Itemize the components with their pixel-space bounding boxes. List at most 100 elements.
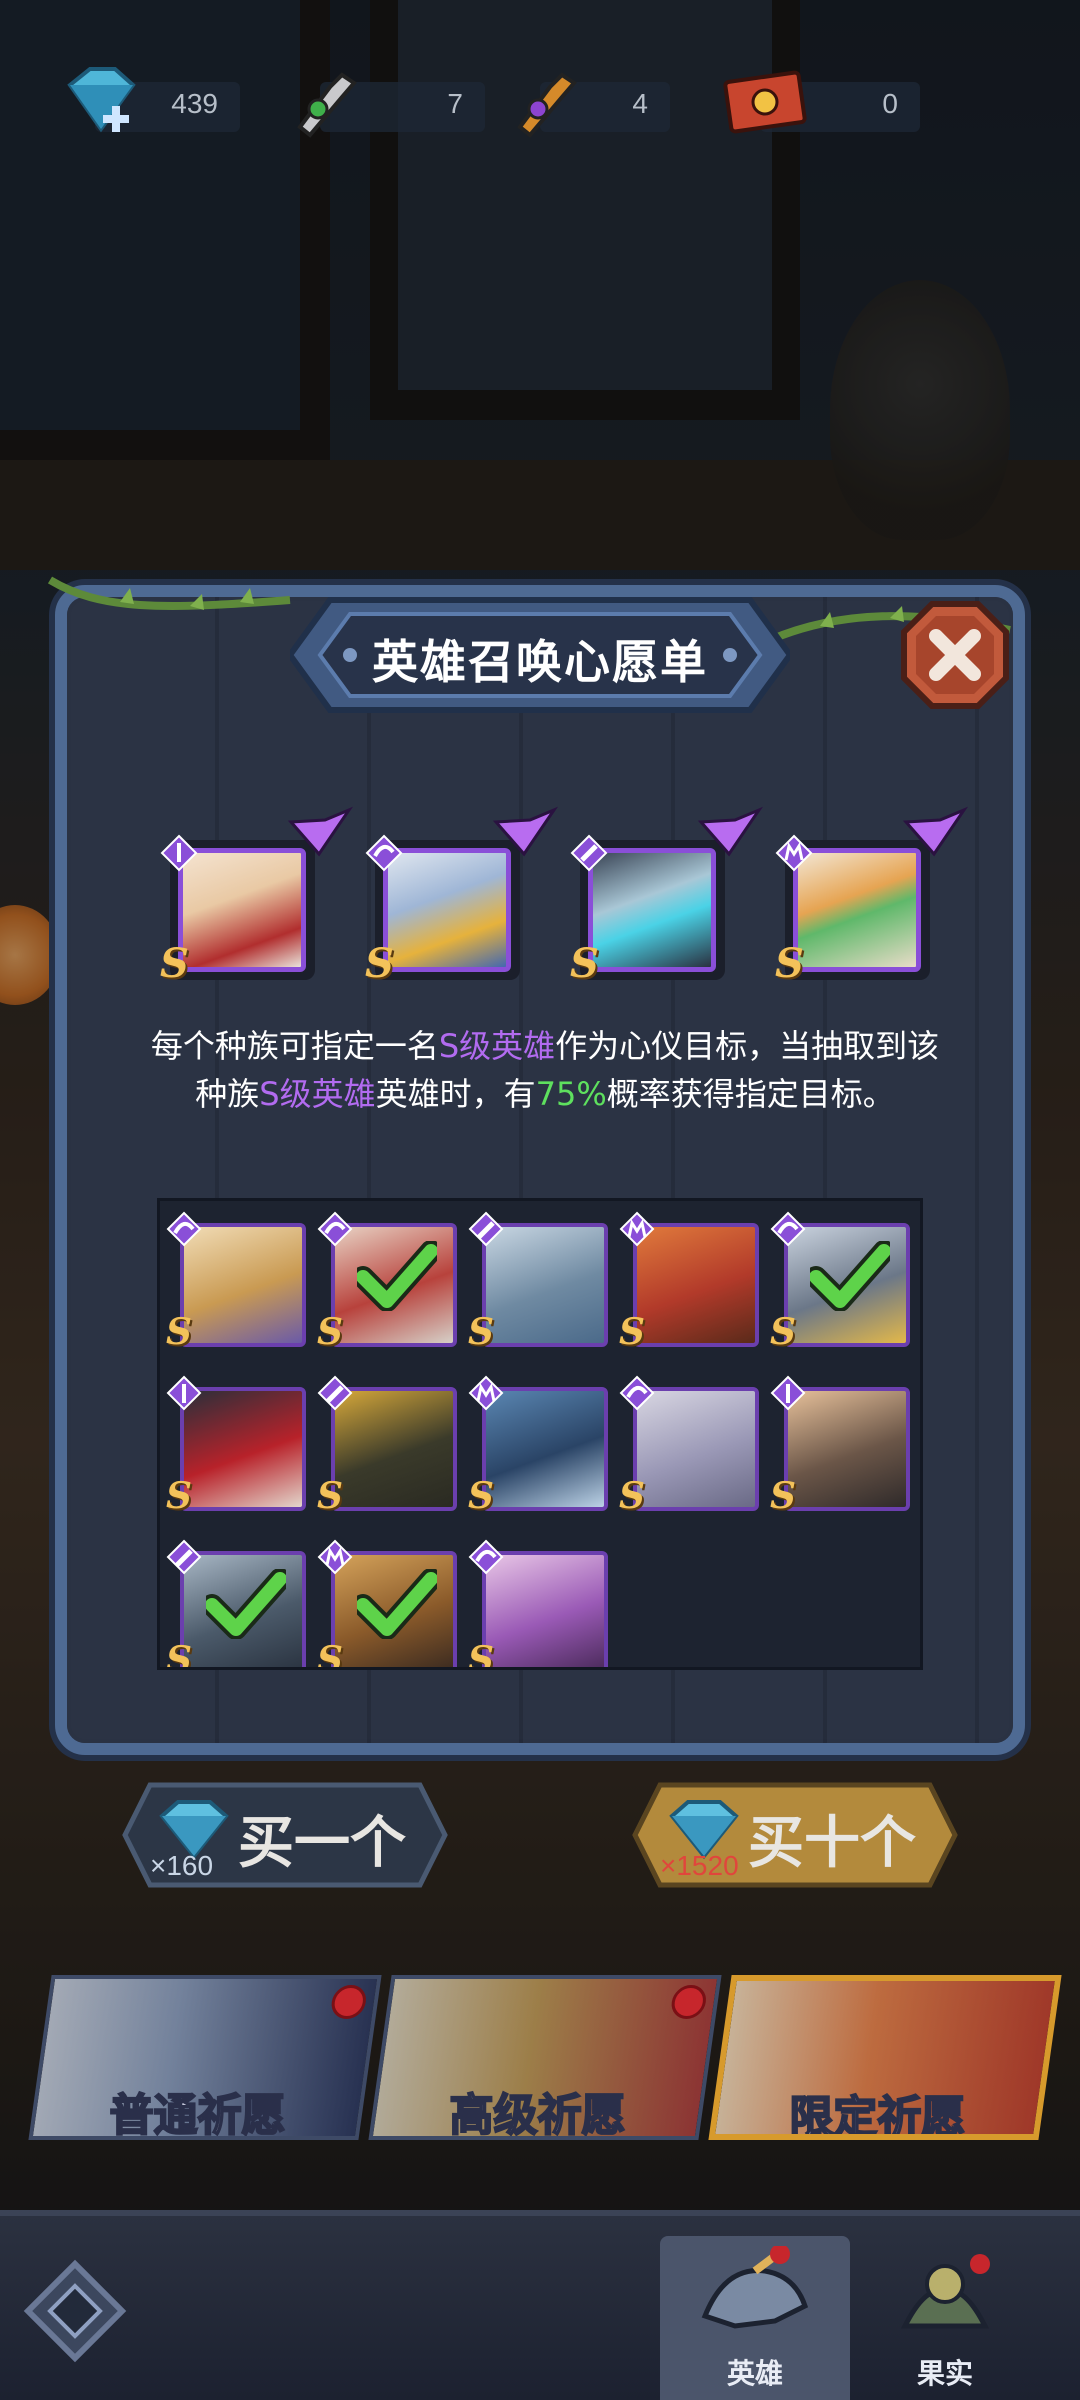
hero-grid-cell[interactable]: S (317, 1211, 467, 1361)
back-arrow-icon[interactable] (20, 2256, 130, 2366)
buy-ten-label: 买十个 (748, 1811, 916, 1876)
summon-banner-tabs: 普通祈愿 高级祈愿 限定祈愿 (0, 1975, 1080, 2145)
heart-wish-icon (492, 806, 559, 857)
buy-one-button[interactable]: ×160 买一个 (120, 1780, 450, 1890)
buy-ten-price: ×1520 (660, 1850, 739, 1881)
heart-wish-icon (902, 806, 969, 857)
buy-ten-button[interactable]: ×1520 买十个 (630, 1780, 960, 1890)
banner-tab-normal[interactable]: 普通祈愿 (28, 1975, 382, 2140)
banner-label-limited: 限定祈愿 (788, 2091, 966, 2140)
desc-probability: 75% (535, 1075, 607, 1113)
rank-badge: S (468, 1311, 494, 1353)
hero-grid-cell[interactable]: S (166, 1539, 316, 1670)
banner-tab-limited[interactable]: 限定祈愿 (708, 1975, 1062, 2140)
nav-tab-fruit[interactable]: 果实 (850, 2236, 1040, 2400)
check-mark-icon (357, 1241, 437, 1311)
heart-wish-icon (697, 806, 764, 857)
race-wrench-icon (468, 1211, 504, 1247)
pipe-count: 4 (632, 88, 648, 119)
race-wrench-icon (570, 834, 608, 872)
resource-ticket[interactable]: 0 (723, 70, 920, 134)
featured-hero-1[interactable]: S (160, 806, 354, 995)
desc-text-4: 概率获得指定目标。 (606, 1075, 895, 1113)
rank-badge: S (619, 1311, 645, 1353)
rank-badge: S (775, 940, 804, 987)
race-wing-icon (770, 1211, 806, 1247)
ticket-count: 0 (882, 88, 898, 119)
hero-grid-cell[interactable]: S (619, 1375, 769, 1525)
race-beast-icon (468, 1375, 504, 1411)
rank-badge: S (468, 1475, 494, 1517)
vine-decoration-left (47, 576, 291, 610)
race-kunlun-icon (160, 834, 198, 872)
diamond-plus-icon (67, 67, 136, 133)
hero-grid-cell[interactable]: S (770, 1375, 920, 1525)
page-title: 英雄召唤心愿单 (372, 635, 708, 689)
check-mark-icon (206, 1569, 286, 1639)
desc-text-1: 每个种族可指定一名 (150, 1027, 439, 1065)
race-beast-icon (775, 834, 813, 872)
summon-ticket-icon (723, 70, 807, 134)
featured-hero-3[interactable]: S (570, 806, 764, 995)
race-wing-icon (468, 1539, 504, 1575)
nav-label-hero: 英雄 (726, 2357, 783, 2390)
race-kunlun-icon (770, 1375, 806, 1411)
hero-grid-cell[interactable]: S (468, 1539, 618, 1667)
rank-badge: S (166, 1475, 192, 1517)
purple-pipe-icon (517, 72, 577, 138)
rank-badge: S (166, 1639, 192, 1670)
heart-wish-icon (287, 806, 354, 857)
rank-badge: S (166, 1311, 192, 1353)
close-button[interactable] (900, 600, 1010, 710)
resource-wrench[interactable]: 7 (297, 72, 485, 138)
race-beast-icon (619, 1211, 655, 1247)
fruit-icon (900, 2254, 990, 2329)
hero-grid-cell[interactable]: S (619, 1211, 769, 1361)
wishlist-description: 每个种族可指定一名S级英雄作为心仪目标，当抽取到该种族S级英雄英雄时，有75%概… (150, 1022, 940, 1118)
wrench-count: 7 (447, 88, 463, 119)
rank-badge: S (770, 1475, 796, 1517)
nav-label-fruit: 果实 (916, 2357, 973, 2390)
race-wing-icon (317, 1211, 353, 1247)
hero-grid[interactable]: S S S S S S S S S S S S S (157, 1198, 923, 1670)
close-x-icon (901, 601, 1009, 709)
rank-badge: S (317, 1639, 343, 1670)
race-wing-icon (619, 1375, 655, 1411)
buy-one-label: 买一个 (238, 1811, 406, 1876)
resource-diamond[interactable]: 439 (67, 67, 240, 133)
resource-bar: 439 7 4 0 (0, 52, 1080, 162)
hero-grid-cell[interactable]: S (468, 1211, 618, 1361)
race-wing-icon (365, 834, 403, 872)
rank-badge: S (365, 940, 394, 987)
banner-tab-advanced[interactable]: 高级祈愿 (368, 1975, 722, 2140)
featured-heroes: S S S S (150, 800, 1000, 1000)
desc-highlight-s-hero-2: S级英雄 (259, 1075, 376, 1113)
race-wing-icon (166, 1211, 202, 1247)
rank-badge: S (570, 940, 599, 987)
banner-label-advanced: 高级祈愿 (448, 2089, 626, 2140)
buy-one-price: ×160 (150, 1850, 214, 1881)
resource-pipe[interactable]: 4 (517, 72, 670, 138)
race-kunlun-icon (166, 1375, 202, 1411)
hero-grid-cell[interactable]: S (166, 1211, 316, 1361)
desc-highlight-s-hero: S级英雄 (438, 1027, 556, 1065)
hero-helmet-icon (701, 2246, 809, 2329)
hero-grid-cell[interactable]: S (317, 1375, 467, 1525)
hero-grid-cell[interactable]: S (770, 1211, 920, 1361)
hero-grid-cell[interactable]: S (317, 1539, 467, 1670)
featured-hero-2[interactable]: S (365, 806, 559, 995)
hero-grid-cell[interactable]: S (166, 1375, 316, 1525)
diamond-count: 439 (171, 88, 218, 119)
rank-badge: S (770, 1311, 796, 1353)
rank-badge: S (619, 1475, 645, 1517)
race-wrench-icon (166, 1539, 202, 1575)
check-mark-icon (357, 1569, 437, 1639)
nav-tab-hero[interactable]: 英雄 (660, 2236, 850, 2400)
rank-badge: S (317, 1475, 343, 1517)
green-wrench-icon (297, 72, 357, 138)
rank-badge: S (160, 940, 189, 987)
race-wrench-icon (317, 1375, 353, 1411)
featured-hero-4[interactable]: S (775, 806, 969, 995)
hero-grid-cell[interactable]: S (468, 1375, 618, 1525)
rank-badge: S (317, 1311, 343, 1353)
